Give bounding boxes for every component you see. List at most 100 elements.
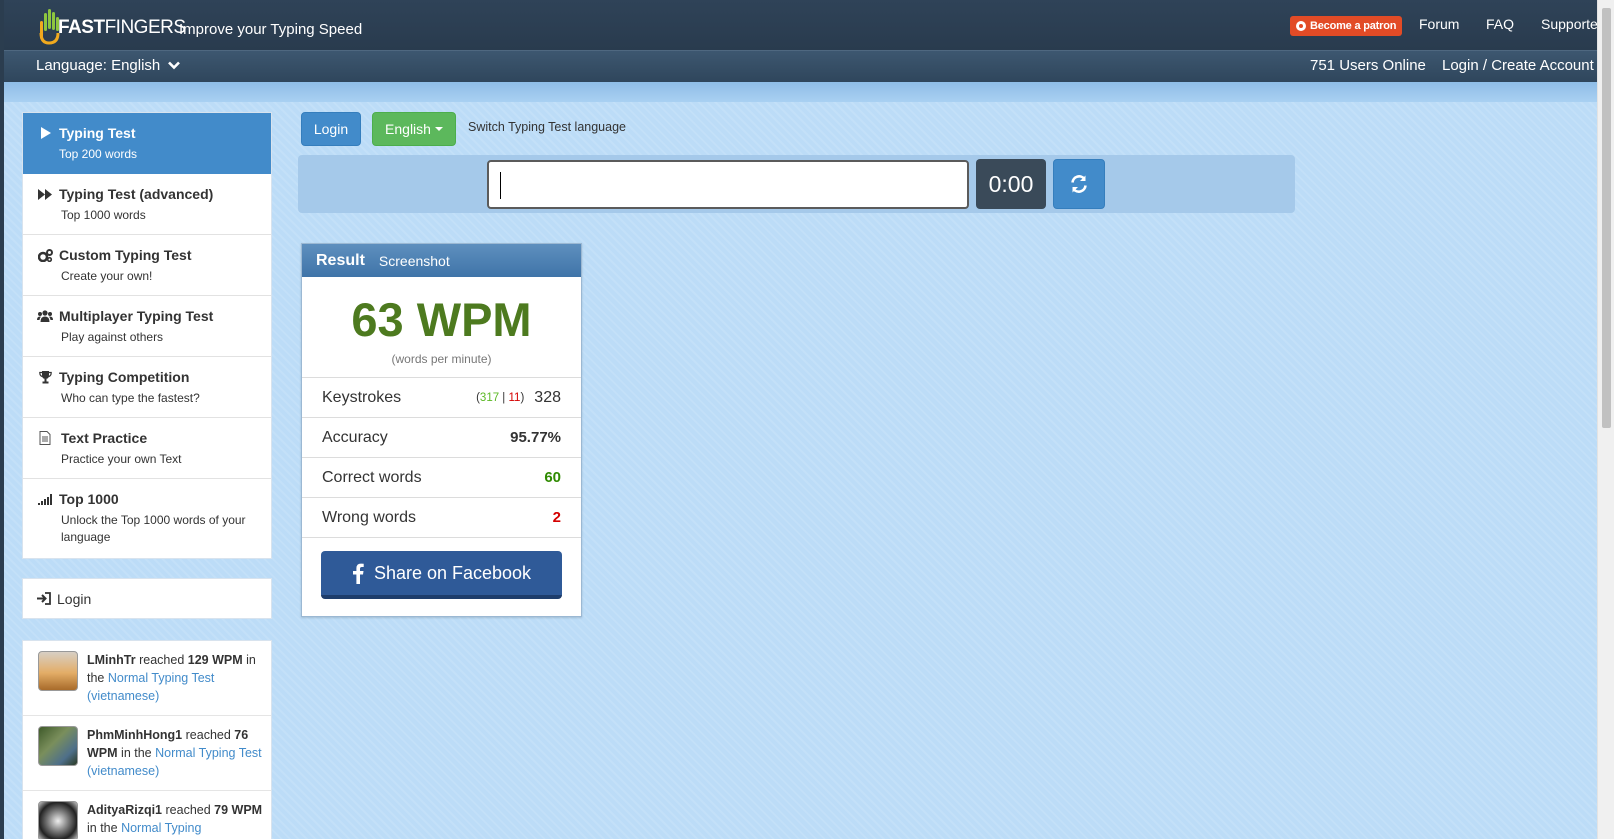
sidebar-item-multiplayer[interactable]: Multiplayer Typing Test Play against oth… xyxy=(23,296,271,357)
signal-icon xyxy=(37,492,53,506)
sidebar-item-subtitle: Create your own! xyxy=(61,269,153,283)
chevron-down-icon xyxy=(168,61,181,70)
result-panel: Result Screenshot 63 WPM (words per minu… xyxy=(301,243,582,617)
sidebar-item-title: Typing Competition xyxy=(59,369,190,385)
keystrokes-breakdown: (317 | 11) xyxy=(476,391,525,404)
sidebar-item-title: Text Practice xyxy=(61,430,148,446)
feed-test-link[interactable]: Normal Typing xyxy=(121,821,201,835)
sidebar-item-title: Typing Test xyxy=(59,125,136,141)
accuracy-row: Accuracy 95.77% xyxy=(302,418,581,458)
nav-faq-link[interactable]: FAQ xyxy=(1486,16,1514,32)
wpm-box: 63 WPM (words per minute) xyxy=(302,277,581,378)
correct-words-row: Correct words 60 xyxy=(302,458,581,498)
nav-forum-link[interactable]: Forum xyxy=(1419,16,1459,32)
keystrokes-correct: 317 xyxy=(479,391,500,404)
users-icon xyxy=(37,309,53,323)
feed-wpm: 79 WPM xyxy=(214,803,263,817)
sidebar-item-subtitle: Play against others xyxy=(61,330,164,344)
top-navbar: FASTFINGERS Improve your Typing Speed Be… xyxy=(0,0,1597,50)
refresh-icon xyxy=(1071,175,1087,193)
sidebar-login-link[interactable]: Login xyxy=(22,578,272,619)
sidebar-item-title: Top 1000 xyxy=(59,491,119,507)
sidebar-item-subtitle: Unlock the Top 1000 words of your langua… xyxy=(61,513,246,544)
language-select-button[interactable]: English xyxy=(372,112,456,146)
sidebar-item-subtitle: Top 1000 words xyxy=(61,208,146,222)
wrong-words-value: 2 xyxy=(552,509,561,526)
sidebar-item-subtitle: Practice your own Text xyxy=(61,452,182,466)
accuracy-value: 95.77% xyxy=(510,429,561,446)
sidebar-item-typing-competition[interactable]: Typing Competition Who can type the fast… xyxy=(23,357,271,418)
list-item: AdityaRizqi1 reached 79 WPM in the Norma… xyxy=(23,791,271,839)
sidebar-item-subtitle: Who can type the fastest? xyxy=(61,391,200,405)
feed-username[interactable]: LMinhTr xyxy=(87,653,136,667)
wrong-words-row: Wrong words 2 xyxy=(302,498,581,538)
sign-in-icon xyxy=(37,592,51,605)
document-icon xyxy=(37,431,53,445)
avatar[interactable] xyxy=(38,651,78,691)
countdown-timer: 0:00 xyxy=(976,159,1046,209)
sidebar-item-top-1000[interactable]: Top 1000 Unlock the Top 1000 words of yo… xyxy=(23,479,271,558)
sidebar-item-title: Custom Typing Test xyxy=(59,247,192,263)
feed-username[interactable]: AdityaRizqi1 xyxy=(87,803,162,817)
sidebar-menu: Typing Test Top 200 words Typing Test (a… xyxy=(22,112,272,559)
avatar[interactable] xyxy=(38,801,78,839)
logo-text-bold: FAST xyxy=(58,17,105,38)
sidebar-login-label: Login xyxy=(57,590,92,607)
login-create-account-link[interactable]: Login / Create Account xyxy=(1442,57,1594,74)
sidebar-item-subtitle: Top 200 words xyxy=(59,147,138,161)
sidebar-item-title: Multiplayer Typing Test xyxy=(59,308,214,324)
keystrokes-label: Keystrokes xyxy=(322,388,402,406)
language-select-label: English xyxy=(385,121,431,137)
patron-label: Become a patron xyxy=(1310,20,1397,32)
feed-wpm: 129 WPM xyxy=(187,653,243,667)
correct-words-label: Correct words xyxy=(322,468,422,486)
facebook-icon xyxy=(352,563,364,584)
switch-language-label: Switch Typing Test language xyxy=(468,120,626,134)
keystrokes-wrong: 11 xyxy=(508,391,521,404)
feed-username[interactable]: PhmMinhHong1 xyxy=(87,728,182,742)
window-edge xyxy=(0,0,4,839)
caret-down-icon xyxy=(434,127,443,131)
become-patron-button[interactable]: Become a patron xyxy=(1290,16,1403,36)
header-strip xyxy=(0,82,1597,102)
sidebar-item-text-practice[interactable]: Text Practice Practice your own Text xyxy=(23,418,271,479)
users-online-count: 751 Users Online xyxy=(1310,57,1426,74)
wpm-caption: (words per minute) xyxy=(391,352,492,366)
screenshot-tab[interactable]: Screenshot xyxy=(379,253,450,269)
text-cursor xyxy=(500,172,501,199)
sidebar-item-typing-test-advanced[interactable]: Typing Test (advanced) Top 1000 words xyxy=(23,174,271,235)
list-item: PhmMinhHong1 reached 76 WPM in the Norma… xyxy=(23,716,271,791)
keystrokes-total: 328 xyxy=(534,388,561,406)
fast-forward-icon xyxy=(37,187,53,201)
tagline: Improve your Typing Speed xyxy=(179,21,363,38)
typing-input[interactable] xyxy=(487,160,969,209)
sidebar-item-title: Typing Test (advanced) xyxy=(59,186,214,202)
secondary-navbar: Language: English 751 Users Online Login… xyxy=(0,50,1597,82)
activity-feed: LMinhTr reached 129 WPM in the Normal Ty… xyxy=(22,640,272,839)
language-dropdown[interactable]: Language: English xyxy=(36,57,181,74)
wpm-value: 63 WPM xyxy=(351,293,532,346)
feed-test-link[interactable]: Normal Typing Test (vietnamese) xyxy=(87,671,214,703)
reload-button[interactable] xyxy=(1053,159,1105,209)
list-item: LMinhTr reached 129 WPM in the Normal Ty… xyxy=(23,641,271,716)
sidebar-item-custom-typing-test[interactable]: Custom Typing Test Create your own! xyxy=(23,235,271,296)
logo-text-light: FINGERS xyxy=(104,17,186,38)
logo[interactable]: FASTFINGERS xyxy=(38,5,186,45)
page: FASTFINGERS Improve your Typing Speed Be… xyxy=(0,0,1597,839)
hand-logo-icon xyxy=(38,7,60,45)
gears-icon xyxy=(37,248,53,262)
nav-supporter-link[interactable]: Supporter xyxy=(1541,16,1597,32)
scrollbar-thumb[interactable] xyxy=(1602,8,1611,428)
login-button[interactable]: Login xyxy=(301,112,361,146)
patreon-icon xyxy=(1296,21,1306,31)
result-header: Result Screenshot xyxy=(302,244,581,277)
correct-words-value: 60 xyxy=(544,469,561,486)
keystrokes-row: Keystrokes (317 | 11) 328 xyxy=(302,378,581,418)
page-scrollbar[interactable] xyxy=(1597,0,1614,839)
share-facebook-label: Share on Facebook xyxy=(373,562,532,583)
result-title: Result xyxy=(316,251,365,269)
sidebar-item-typing-test[interactable]: Typing Test Top 200 words xyxy=(23,113,271,174)
trophy-icon xyxy=(37,370,53,384)
share-facebook-button[interactable]: Share on Facebook xyxy=(321,551,562,599)
avatar[interactable] xyxy=(38,726,78,766)
